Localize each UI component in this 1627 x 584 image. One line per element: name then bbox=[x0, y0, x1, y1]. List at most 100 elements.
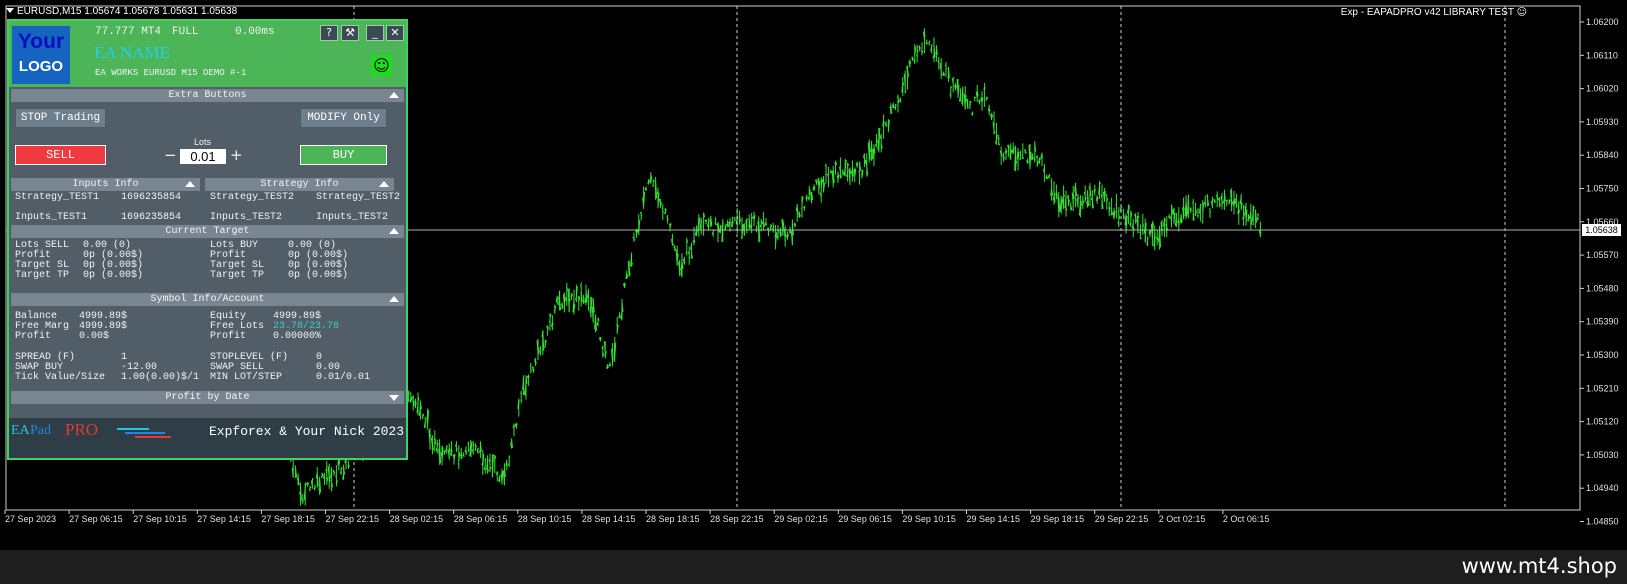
symbol-right-key: MIN LOT/STEP bbox=[210, 372, 283, 383]
inputs-info-value: 1696235854 bbox=[121, 212, 182, 223]
expand-icon[interactable] bbox=[389, 395, 399, 401]
time-axis-label: 28 Sep 06:15 bbox=[454, 514, 508, 524]
bar-close-tick bbox=[468, 448, 470, 451]
tools-icon: ⚒ bbox=[345, 26, 355, 39]
bar-open-tick bbox=[1107, 207, 1110, 209]
bar-close-tick bbox=[1209, 211, 1212, 213]
help-button[interactable]: ? bbox=[320, 25, 338, 41]
bar-open-tick bbox=[733, 217, 736, 219]
bar-close-tick bbox=[856, 163, 859, 166]
lots-value: 0.01 bbox=[190, 149, 216, 164]
lots-plus-button[interactable]: + bbox=[230, 146, 243, 164]
bar-open-tick bbox=[1213, 199, 1216, 202]
extra-buttons-section[interactable]: Extra Buttons bbox=[11, 89, 404, 102]
collapse-icon[interactable] bbox=[379, 181, 389, 187]
brand-ea: EA bbox=[11, 423, 30, 438]
minimize-label: _ bbox=[372, 26, 378, 39]
profit-by-date-title: Profit by Date bbox=[165, 392, 250, 403]
panel-header: Your LOGO 77.777 MT4 FULL 0.00ms ? ⚒ _ ✕… bbox=[9, 21, 406, 87]
profit-by-date-section[interactable]: Profit by Date bbox=[11, 391, 404, 404]
price-axis-label: 1.06110 bbox=[1586, 50, 1618, 60]
time-axis-label: 28 Sep 18:15 bbox=[646, 514, 700, 524]
time-axis-label: 27 Sep 14:15 bbox=[197, 514, 251, 524]
price-axis-label: 1.05300 bbox=[1586, 350, 1619, 360]
sell-label: SELL bbox=[46, 148, 75, 162]
time-axis-label: 27 Sep 06:15 bbox=[69, 514, 123, 524]
time-axis-label: 2 Oct 06:15 bbox=[1223, 514, 1270, 524]
price-axis-label: 1.05930 bbox=[1586, 117, 1619, 127]
collapse-icon[interactable] bbox=[185, 181, 195, 187]
symbol-info-section[interactable]: Symbol Info/Account bbox=[11, 293, 404, 306]
current-target-title: Current Target bbox=[165, 226, 250, 237]
bar-close-tick bbox=[828, 181, 830, 184]
settings-button[interactable]: ⚒ bbox=[341, 25, 359, 41]
bar-close-tick bbox=[540, 349, 542, 352]
bar-close-tick bbox=[1020, 154, 1022, 156]
mode-text: FULL bbox=[172, 26, 199, 38]
lots-label: Lots bbox=[194, 137, 212, 147]
bar-open-tick bbox=[1201, 221, 1204, 223]
ea-subtitle: EA WORKS EURUSD M15 DEMO #-1 bbox=[95, 68, 247, 78]
collapse-icon[interactable] bbox=[389, 296, 399, 302]
sell-button[interactable]: SELL bbox=[15, 145, 106, 165]
bar-open-tick bbox=[651, 185, 654, 187]
time-axis-label: 27 Sep 18:15 bbox=[261, 514, 315, 524]
buy-button[interactable]: BUY bbox=[300, 145, 387, 165]
target-left-key: Target TP bbox=[15, 270, 70, 281]
collapse-icon[interactable] bbox=[389, 92, 399, 98]
time-axis-label: 2 Oct 02:15 bbox=[1159, 514, 1206, 524]
bar-open-tick bbox=[666, 216, 668, 219]
target-right-key: Target TP bbox=[210, 270, 265, 281]
strategy-info-value: Inputs_TEST2 bbox=[316, 212, 389, 223]
lots-minus-button[interactable]: − bbox=[164, 146, 177, 164]
price-axis-label: 1.05480 bbox=[1586, 283, 1619, 293]
bar-open-tick bbox=[1002, 155, 1004, 158]
bar-close-tick bbox=[508, 456, 511, 458]
logo-line-2: LOGO bbox=[18, 58, 64, 75]
bar-open-tick bbox=[1191, 201, 1194, 204]
time-axis-label: 29 Sep 06:15 bbox=[838, 514, 892, 524]
account-left-value: 0.00$ bbox=[79, 331, 110, 342]
panel-footer: EA Pad PRO Expforex & Your Nick 2023 bbox=[9, 418, 406, 458]
close-button[interactable]: ✕ bbox=[386, 25, 404, 41]
inputs-info-value: 1696235854 bbox=[121, 192, 182, 203]
symbol-header-text: EURUSD,M15 1.05674 1.05678 1.05631 1.056… bbox=[17, 6, 238, 17]
brand-pad: Pad bbox=[30, 423, 51, 438]
current-price-label: 1.05638 bbox=[1582, 224, 1621, 236]
account-right-key: Profit bbox=[210, 331, 247, 342]
ea-panel[interactable]: Your LOGO 77.777 MT4 FULL 0.00ms ? ⚒ _ ✕… bbox=[7, 19, 408, 460]
modify-only-button[interactable]: MODIFY Only bbox=[300, 108, 387, 128]
bar-open-tick bbox=[935, 52, 937, 54]
bar-open-tick bbox=[942, 73, 944, 75]
inputs-info-section[interactable]: Inputs Info bbox=[11, 178, 200, 191]
bar-open-tick bbox=[915, 55, 918, 57]
chart-menu-icon[interactable] bbox=[6, 8, 14, 13]
bar-close-tick bbox=[662, 211, 665, 213]
help-label: ? bbox=[326, 26, 332, 39]
price-axis-label: 1.05210 bbox=[1586, 383, 1619, 393]
status-smiley[interactable]: ☺ bbox=[371, 55, 392, 76]
stop-trading-label: STOP Trading bbox=[20, 112, 101, 124]
target-right-value: 0p (0.00$) bbox=[288, 270, 349, 281]
bar-open-tick bbox=[947, 76, 949, 79]
strategy-info-section[interactable]: Strategy Info bbox=[205, 178, 394, 191]
current-target-section[interactable]: Current Target bbox=[11, 225, 404, 238]
time-axis-label: 27 Sep 10:15 bbox=[133, 514, 187, 524]
bar-open-tick bbox=[1115, 204, 1117, 206]
bar-open-tick bbox=[1139, 231, 1141, 234]
account-right-value: 0.00000% bbox=[273, 331, 322, 342]
smiley-icon: ☺ bbox=[373, 56, 390, 75]
bar-close-tick bbox=[513, 425, 516, 427]
ea-label-text: Exp - EAPADPRO v42 LIBRARY TEST bbox=[1340, 7, 1514, 18]
inputs-info-title: Inputs Info bbox=[72, 179, 139, 190]
collapse-icon[interactable] bbox=[389, 228, 399, 234]
logo: Your LOGO bbox=[12, 26, 70, 84]
minimize-button[interactable]: _ bbox=[366, 25, 384, 41]
symbol-info-title: Symbol Info/Account bbox=[150, 294, 265, 305]
lots-input[interactable]: 0.01 bbox=[180, 149, 226, 164]
stop-trading-button[interactable]: STOP Trading bbox=[15, 108, 106, 128]
time-axis-label: 29 Sep 18:15 bbox=[1031, 514, 1085, 524]
smiley-icon: ☺ bbox=[1516, 7, 1527, 18]
bar-close-tick bbox=[588, 307, 590, 309]
price-axis-label: 1.05570 bbox=[1586, 250, 1619, 260]
